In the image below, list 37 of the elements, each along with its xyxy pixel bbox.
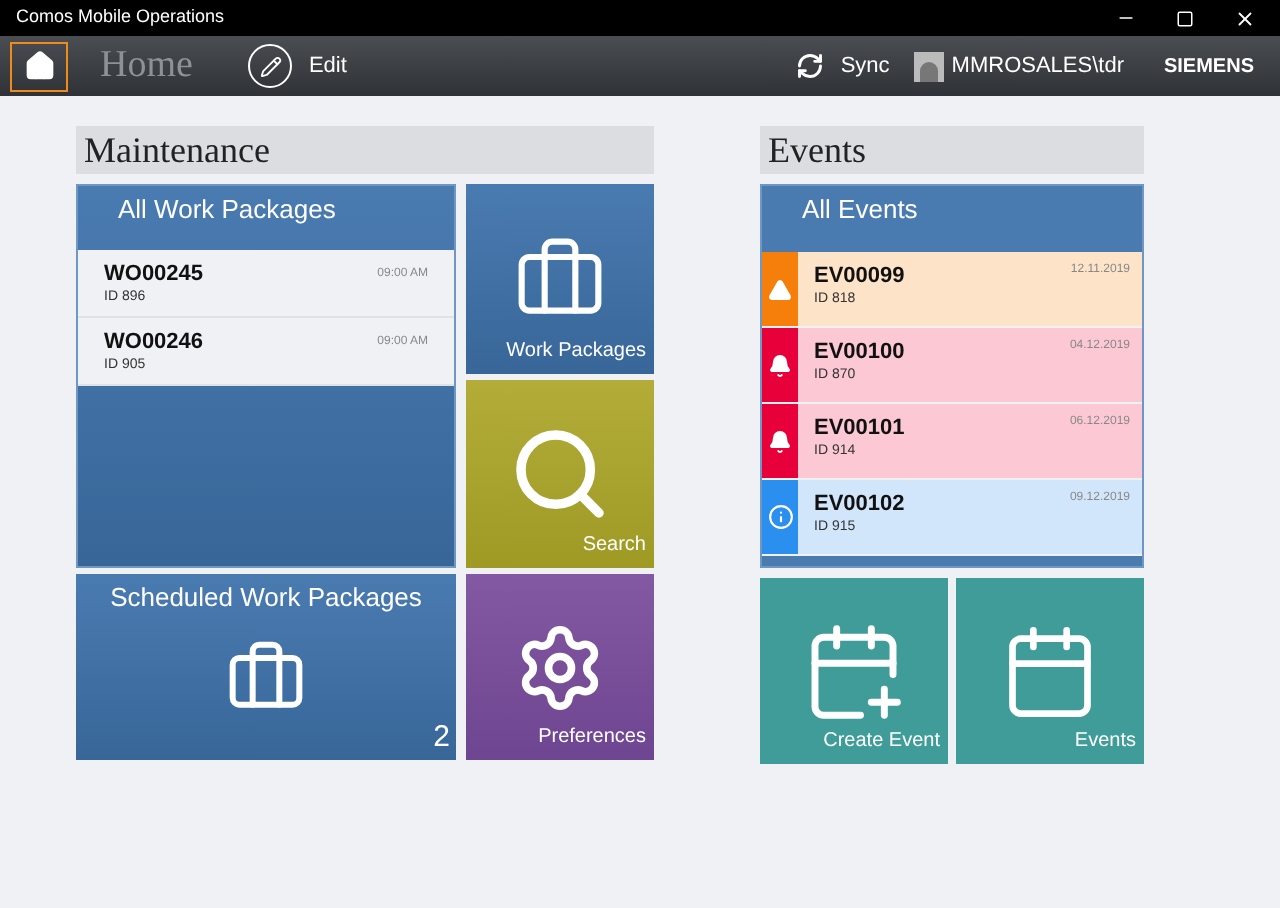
- window-title: Comos Mobile Operations: [16, 4, 225, 31]
- sync-button[interactable]: Sync: [796, 49, 890, 83]
- item-name: EV00101: [814, 416, 905, 444]
- avatar-icon: [913, 51, 944, 81]
- edit-button[interactable]: Edit: [248, 44, 347, 88]
- maximize-icon[interactable]: [1176, 9, 1194, 27]
- info-icon: [767, 504, 793, 530]
- warning-icon: [768, 277, 792, 301]
- bell-icon: [768, 353, 792, 377]
- tile-label: Events: [1074, 728, 1136, 756]
- tile-label: Create Event: [823, 728, 940, 756]
- home-icon: [23, 50, 55, 82]
- section-title: Maintenance: [84, 127, 270, 173]
- scheduled-tile[interactable]: Scheduled Work Packages 2: [76, 574, 456, 760]
- count-label: 2: [433, 717, 450, 757]
- tile-label: Work Packages: [506, 338, 646, 366]
- item-name: EV00102: [814, 492, 905, 520]
- sync-icon: [796, 52, 825, 80]
- tile-title: Scheduled Work Packages: [110, 580, 422, 616]
- item-name: WO00246: [104, 330, 204, 358]
- page-title: Home: [100, 41, 193, 90]
- bell-icon: [768, 429, 792, 453]
- brand-logo: SIEMENS: [1163, 53, 1254, 81]
- preferences-tile[interactable]: Preferences: [466, 574, 654, 760]
- item-name: EV00099: [814, 264, 905, 292]
- home-button[interactable]: [10, 41, 68, 91]
- item-name: WO00245: [104, 262, 204, 290]
- panel-title: All Work Packages: [116, 192, 338, 228]
- tile-button[interactable]: Work Packages: [466, 184, 654, 374]
- section-title: Events: [768, 127, 866, 173]
- panel-title: All Events: [800, 192, 920, 228]
- pencil-icon: [259, 55, 282, 77]
- tile-label: Search: [582, 532, 646, 560]
- tile-label: Preferences: [538, 724, 646, 752]
- user-name: MMROSALES\tdr: [951, 51, 1124, 82]
- item-name: EV00100: [814, 340, 905, 368]
- close-icon[interactable]: [1234, 7, 1256, 29]
